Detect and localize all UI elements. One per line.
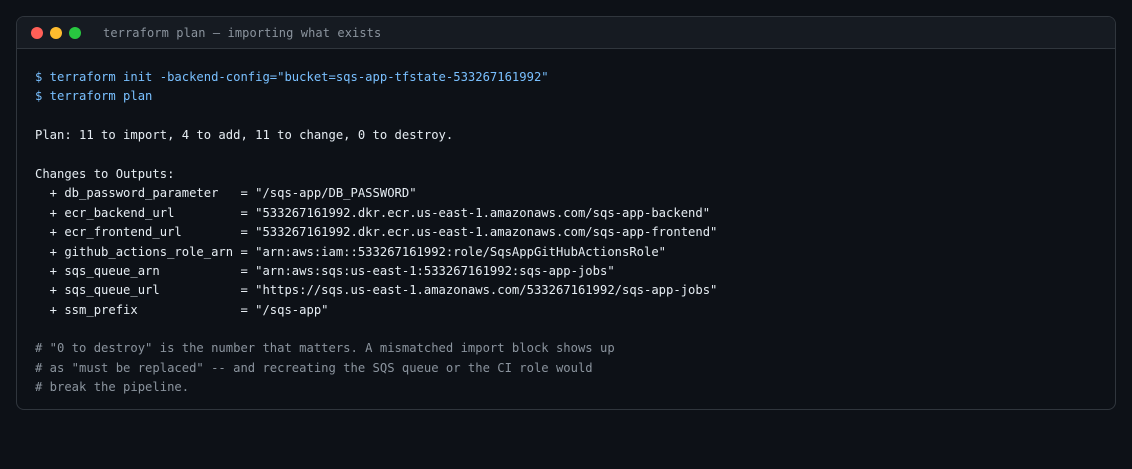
output-line: + sqs_queue_url = "https://sqs.us-east-1…	[35, 283, 718, 298]
plan-summary: Plan: 11 to import, 4 to add, 11 to chan…	[35, 128, 454, 143]
comment-line: # break the pipeline.	[35, 380, 190, 395]
command-line: $ terraform plan	[35, 89, 153, 104]
close-button[interactable]	[31, 26, 43, 39]
maximize-button[interactable]	[69, 26, 81, 39]
minimize-button[interactable]	[50, 26, 62, 39]
command-line: $ terraform init -backend-config="bucket…	[35, 70, 549, 84]
output-line: + sqs_queue_arn = "arn:aws:sqs:us-east-1…	[35, 263, 615, 278]
terminal-output[interactable]: $ terraform init -backend-config="bucket…	[17, 49, 1115, 398]
output-line: + db_password_parameter = "/sqs-app/DB_P…	[35, 186, 417, 201]
comment-line: # as "must be replaced" -- and recreatin…	[35, 360, 593, 375]
output-line: + ecr_frontend_url = "533267161992.dkr.e…	[35, 225, 718, 240]
output-line: + ssm_prefix = "/sqs-app"	[35, 302, 329, 317]
comment-line: # "0 to destroy" is the number that matt…	[35, 341, 615, 356]
outputs-header: Changes to Outputs:	[35, 166, 175, 181]
output-line: + github_actions_role_arn = "arn:aws:iam…	[35, 244, 667, 259]
terminal-window: terraform plan — importing what exists $…	[16, 16, 1116, 410]
title-bar: terraform plan — importing what exists	[17, 17, 1115, 49]
window-title: terraform plan — importing what exists	[103, 25, 382, 40]
output-line: + ecr_backend_url = "533267161992.dkr.ec…	[35, 205, 711, 220]
